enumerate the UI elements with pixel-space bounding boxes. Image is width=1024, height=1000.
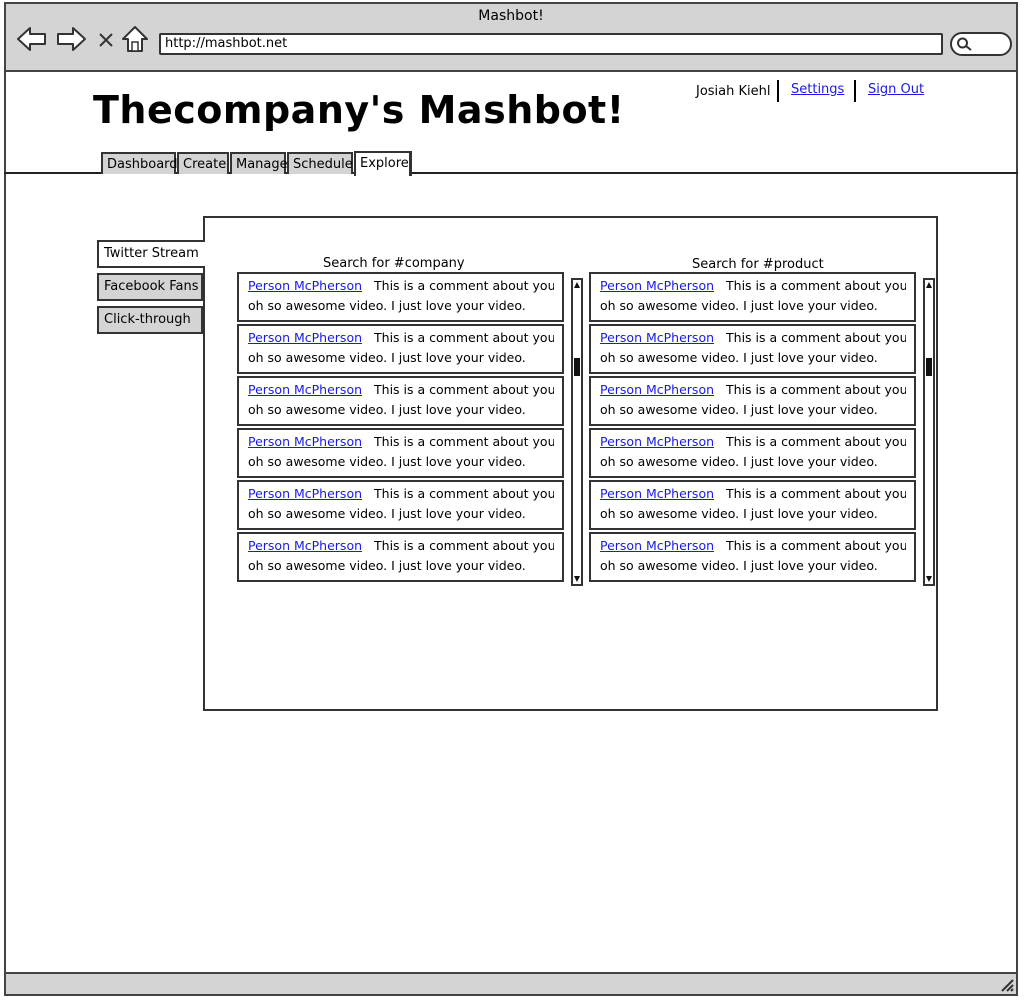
comment-text: This is a comment about your — [374, 330, 554, 345]
comment-text: This is a comment about your — [374, 538, 554, 553]
back-arrow-icon[interactable] — [16, 24, 48, 54]
comment-text: This is a comment about your — [726, 538, 906, 553]
feed-item: Person McPherson This is a comment about … — [237, 272, 564, 322]
tab-create[interactable]: Create — [177, 152, 229, 174]
feed-item: Person McPherson This is a comment about … — [589, 428, 916, 478]
comment-text: oh so awesome video. I just love your vi… — [600, 350, 878, 365]
feed-company: Person McPherson This is a comment about … — [237, 272, 564, 584]
comment-text: oh so awesome video. I just love your vi… — [248, 350, 526, 365]
author-link[interactable]: Person McPherson — [600, 278, 714, 293]
feed-item: Person McPherson This is a comment about … — [237, 480, 564, 530]
tab-explore[interactable]: Explore — [354, 151, 412, 176]
author-link[interactable]: Person McPherson — [248, 538, 362, 553]
comment-text: oh so awesome video. I just love your vi… — [248, 454, 526, 469]
feed-product: Person McPherson This is a comment about … — [589, 272, 916, 584]
forward-arrow-icon[interactable] — [55, 24, 87, 54]
side-tab-twitter-stream[interactable]: Twitter Stream — [97, 240, 205, 268]
divider — [777, 80, 779, 102]
comment-text: oh so awesome video. I just love your vi… — [600, 298, 878, 313]
feed-item: Person McPherson This is a comment about … — [237, 324, 564, 374]
comment-text: oh so awesome video. I just love your vi… — [248, 402, 526, 417]
author-link[interactable]: Person McPherson — [248, 278, 362, 293]
comment-text: oh so awesome video. I just love your vi… — [248, 506, 526, 521]
author-link[interactable]: Person McPherson — [600, 486, 714, 501]
browser-search-field[interactable] — [950, 32, 1012, 56]
comment-text: This is a comment about your — [726, 434, 906, 449]
author-link[interactable]: Person McPherson — [600, 330, 714, 345]
divider — [854, 80, 856, 102]
feed-item: Person McPherson This is a comment about … — [237, 428, 564, 478]
comment-text: oh so awesome video. I just love your vi… — [600, 558, 878, 573]
feed-item: Person McPherson This is a comment about … — [589, 324, 916, 374]
status-bar — [6, 972, 1016, 994]
author-link[interactable]: Person McPherson — [248, 382, 362, 397]
address-bar[interactable]: http://mashbot.net — [159, 33, 943, 55]
search-icon — [957, 37, 972, 51]
tab-dashboard[interactable]: Dashboard — [101, 152, 178, 174]
scrollbar-company[interactable] — [571, 278, 583, 586]
comment-text: oh so awesome video. I just love your vi… — [600, 402, 878, 417]
comment-text: This is a comment about your — [726, 330, 906, 345]
close-icon[interactable] — [94, 24, 118, 54]
scroll-down-icon[interactable] — [925, 573, 933, 583]
side-tab-facebook-fans[interactable]: Facebook Fans — [97, 273, 203, 301]
author-link[interactable]: Person McPherson — [600, 382, 714, 397]
home-icon[interactable] — [120, 24, 150, 54]
scrollbar-product[interactable] — [923, 278, 935, 586]
scroll-up-icon[interactable] — [925, 281, 933, 291]
comment-text: This is a comment about your — [374, 486, 554, 501]
resize-grip-icon[interactable] — [998, 976, 1014, 992]
feed-item: Person McPherson This is a comment about … — [589, 532, 916, 582]
side-tab-click-through[interactable]: Click-through — [97, 306, 203, 334]
user-name: Josiah Kiehl — [696, 84, 771, 99]
tab-manage[interactable]: Manage — [230, 152, 288, 174]
scroll-down-icon[interactable] — [573, 573, 581, 583]
comment-text: This is a comment about your — [374, 382, 554, 397]
author-link[interactable]: Person McPherson — [600, 538, 714, 553]
comment-text: oh so awesome video. I just love your vi… — [248, 298, 526, 313]
feed-item: Person McPherson This is a comment about … — [237, 532, 564, 582]
feed-item: Person McPherson This is a comment about … — [589, 272, 916, 322]
author-link[interactable]: Person McPherson — [248, 330, 362, 345]
author-link[interactable]: Person McPherson — [248, 486, 362, 501]
comment-text: This is a comment about your — [726, 382, 906, 397]
column-title-company: Search for #company — [323, 256, 465, 271]
window-title: Mashbot! — [478, 8, 544, 24]
comment-text: This is a comment about your — [374, 278, 554, 293]
comment-text: oh so awesome video. I just love your vi… — [248, 558, 526, 573]
scroll-thumb[interactable] — [574, 358, 580, 376]
column-title-product: Search for #product — [692, 257, 824, 272]
comment-text: This is a comment about your — [374, 434, 554, 449]
settings-link[interactable]: Settings — [791, 82, 844, 97]
tab-schedule[interactable]: Schedule — [287, 152, 353, 174]
author-link[interactable]: Person McPherson — [248, 434, 362, 449]
comment-text: oh so awesome video. I just love your vi… — [600, 506, 878, 521]
feed-item: Person McPherson This is a comment about … — [589, 480, 916, 530]
sign-out-link[interactable]: Sign Out — [868, 82, 924, 97]
scroll-thumb[interactable] — [926, 358, 932, 376]
app-title: Thecompany's Mashbot! — [93, 88, 625, 132]
comment-text: This is a comment about your — [726, 278, 906, 293]
feed-item: Person McPherson This is a comment about … — [589, 376, 916, 426]
author-link[interactable]: Person McPherson — [600, 434, 714, 449]
scroll-up-icon[interactable] — [573, 281, 581, 291]
feed-item: Person McPherson This is a comment about … — [237, 376, 564, 426]
comment-text: oh so awesome video. I just love your vi… — [600, 454, 878, 469]
browser-chrome: Mashbot! http://mashbot.net — [6, 4, 1016, 72]
comment-text: This is a comment about your — [726, 486, 906, 501]
